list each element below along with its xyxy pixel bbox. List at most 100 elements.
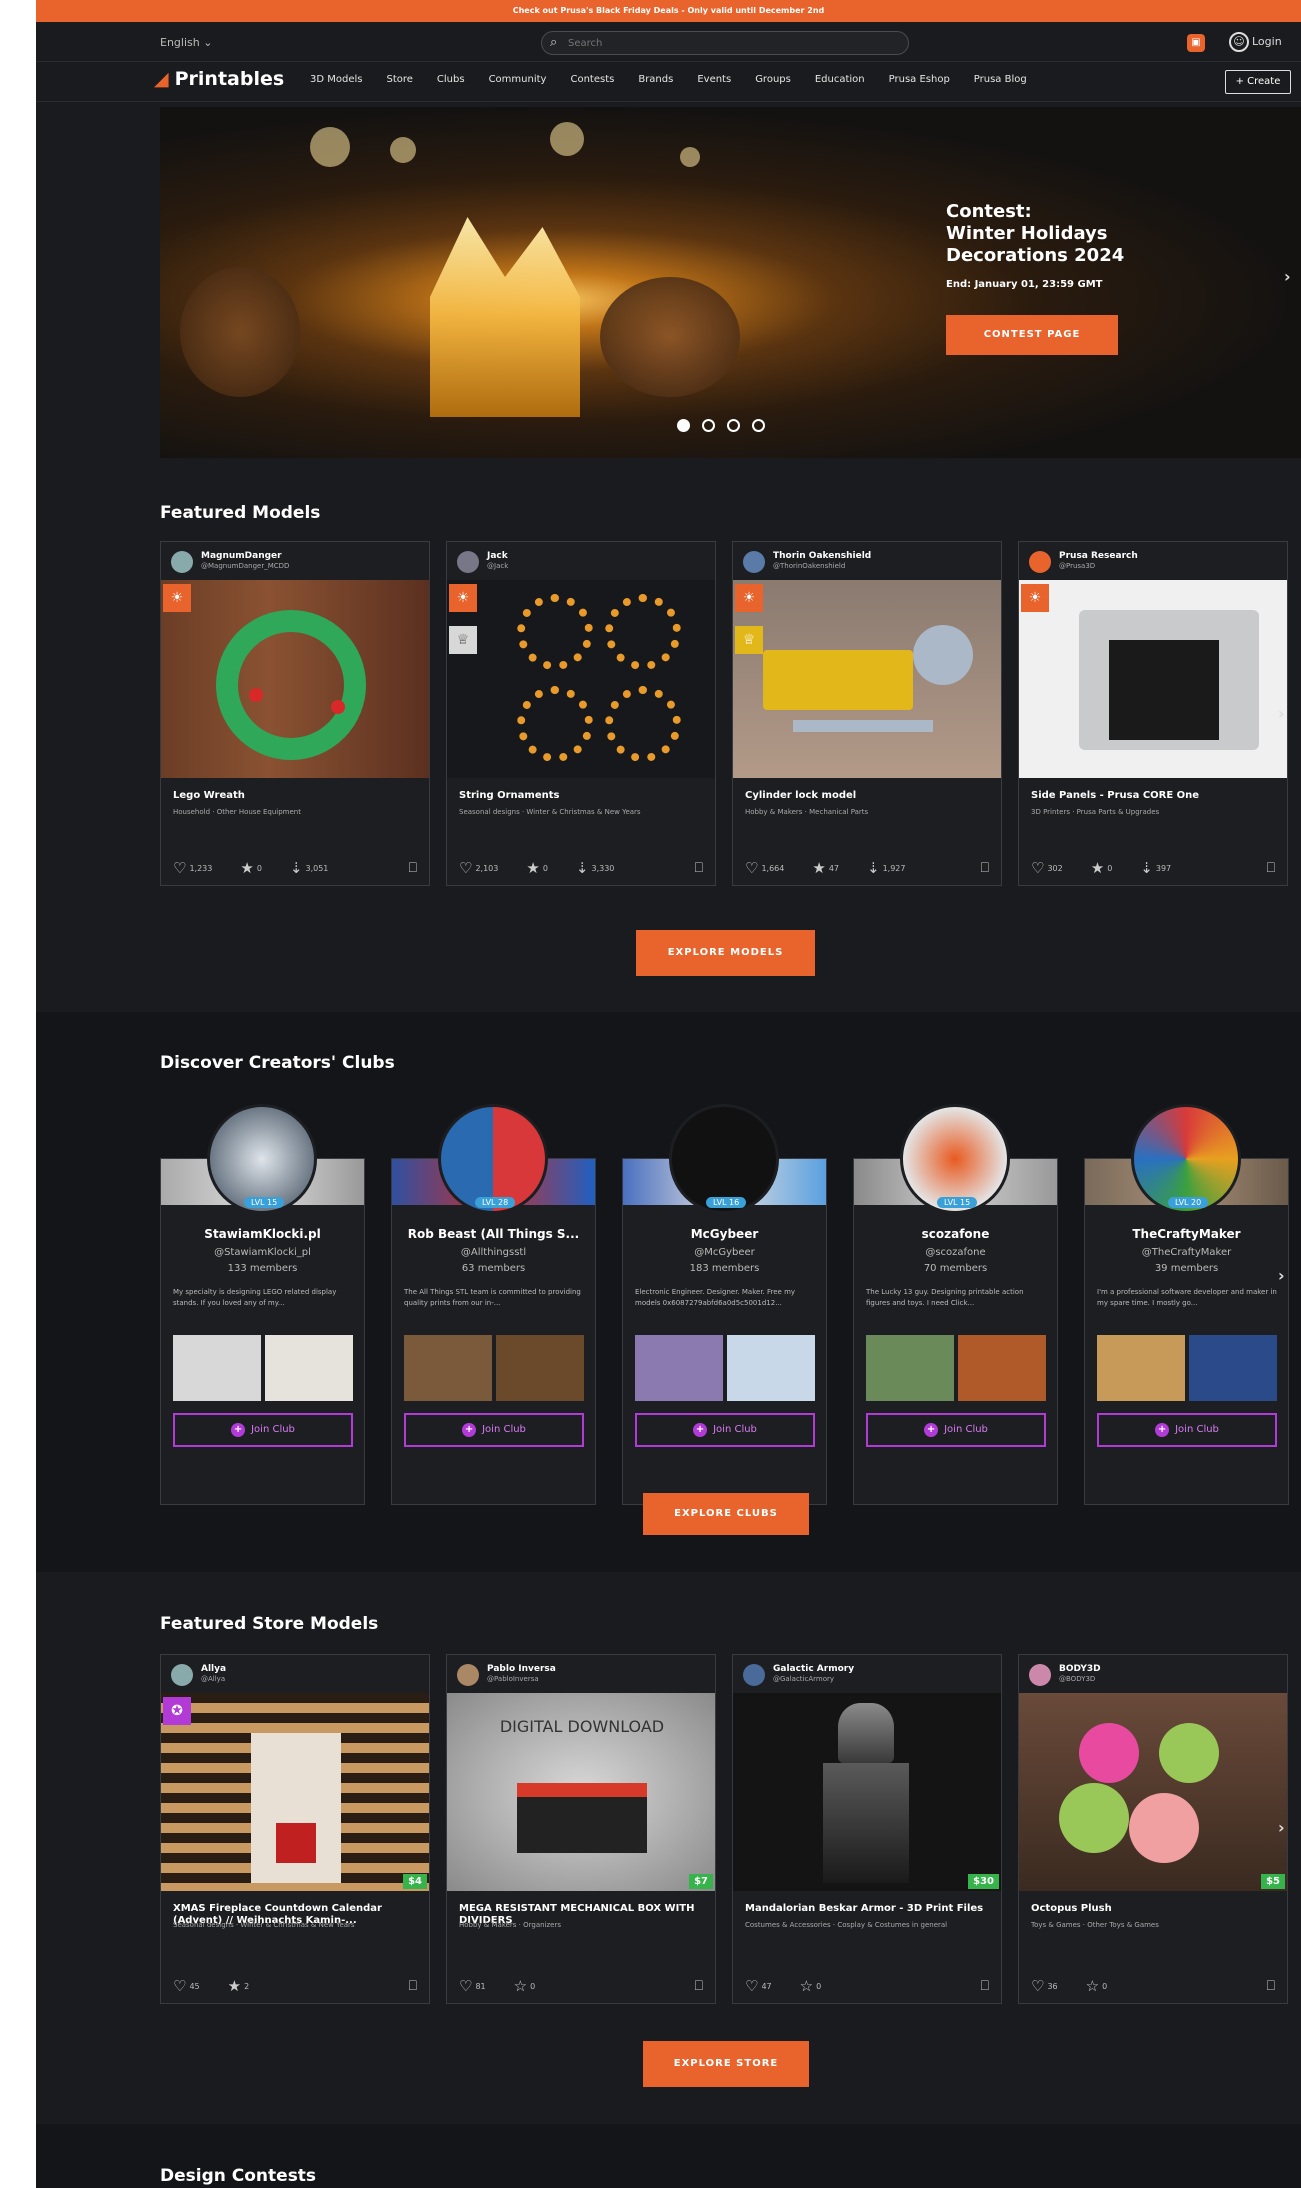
store-card[interactable]: Allya @Allya ✪ $4 XMAS Fireplace Countdow… (160, 1654, 430, 2004)
explore-clubs-button[interactable]: EXPLORE CLUBS (643, 1493, 809, 1535)
contest-page-button[interactable]: CONTEST PAGE (946, 315, 1118, 355)
bookmark-icon[interactable]: ⎕ (1267, 860, 1275, 876)
card-title[interactable]: Cylinder lock model (733, 778, 1001, 808)
join-club-button[interactable]: + Join Club (404, 1413, 584, 1447)
card-image[interactable]: ☀ (161, 580, 429, 778)
bookmark-icon[interactable]: ⎕ (695, 860, 703, 876)
model-card[interactable]: Thorin Oakenshield @ThorinOakenshield ☀ ♕… (732, 541, 1002, 886)
nav-prusa-eshop[interactable]: Prusa Eshop (889, 74, 950, 85)
nav-3d-models[interactable]: 3D Models (310, 74, 362, 85)
card-title[interactable]: String Ornaments (447, 778, 715, 808)
card-image[interactable]: ✪ $4 (161, 1693, 429, 1891)
like-button[interactable]: ♡ 2,103 (459, 859, 498, 877)
card-user[interactable]: Thorin Oakenshield (773, 551, 871, 561)
club-name[interactable]: scozafone (854, 1227, 1057, 1241)
like-button[interactable]: ♡ 47 (745, 1977, 772, 1995)
nav-events[interactable]: Events (697, 74, 731, 85)
join-club-button[interactable]: + Join Club (173, 1413, 353, 1447)
cart-icon[interactable]: ▣ (1187, 34, 1205, 52)
nav-store[interactable]: Store (386, 74, 412, 85)
plus-icon: + (462, 1423, 477, 1437)
chevron-right-icon[interactable]: › (1278, 1818, 1285, 1837)
like-button[interactable]: ♡ 36 (1031, 1977, 1058, 1995)
join-club-button[interactable]: + Join Club (866, 1413, 1046, 1447)
card-image[interactable]: ☀ (1019, 580, 1287, 778)
card-user[interactable]: MagnumDanger (201, 551, 282, 561)
card-title[interactable]: MEGA RESISTANT MECHANICAL BOX WITH DIVID… (447, 1891, 715, 1926)
like-button[interactable]: ♡ 81 (459, 1977, 486, 1995)
card-user[interactable]: Prusa Research (1059, 551, 1138, 561)
promo-banner[interactable]: Check out Prusa's Black Friday Deals - O… (36, 0, 1301, 22)
bookmark-icon[interactable]: ⎕ (695, 1978, 703, 1994)
card-user[interactable]: Allya (201, 1664, 226, 1674)
bookmark-icon[interactable]: ⎕ (981, 860, 989, 876)
nav-brands[interactable]: Brands (638, 74, 673, 85)
nav-clubs[interactable]: Clubs (437, 74, 465, 85)
bookmark-icon[interactable]: ⎕ (409, 1978, 417, 1994)
club-card[interactable]: LVL 16 McGybeer @McGybeer 183 members El… (622, 1104, 827, 1505)
card-user[interactable]: Pablo Inversa (487, 1664, 556, 1674)
logo[interactable]: ◢ Printables (154, 68, 284, 90)
model-card[interactable]: Jack @Jack ☀ ♕ String Ornaments Seasonal … (446, 541, 716, 886)
club-name[interactable]: TheCraftyMaker (1085, 1227, 1288, 1241)
club-card[interactable]: LVL 28 Rob Beast (All Things S... @Allth… (391, 1104, 596, 1505)
chevron-right-icon[interactable]: › (1278, 1266, 1285, 1285)
carousel-dot[interactable] (752, 419, 765, 432)
chevron-right-icon[interactable]: › (1278, 704, 1285, 723)
club-name[interactable]: Rob Beast (All Things S... (392, 1227, 595, 1241)
explore-models-button[interactable]: EXPLORE MODELS (636, 930, 815, 976)
chevron-down-icon: ⌄ (203, 36, 213, 49)
card-title[interactable]: Octopus Plush (1019, 1891, 1287, 1921)
card-title[interactable]: Lego Wreath (161, 778, 429, 808)
search-box[interactable]: ⌕ (541, 31, 909, 55)
club-name[interactable]: StawiamKlocki.pl (161, 1227, 364, 1241)
bookmark-icon[interactable]: ⎕ (981, 1978, 989, 1994)
join-club-label: Join Club (944, 1424, 988, 1435)
nav-prusa-blog[interactable]: Prusa Blog (974, 74, 1027, 85)
model-card[interactable]: Prusa Research @Prusa3D ☀ Side Panels - P… (1018, 541, 1288, 886)
nav-groups[interactable]: Groups (755, 74, 791, 85)
explore-store-button[interactable]: EXPLORE STORE (643, 2041, 809, 2087)
download-value: 3,330 (591, 863, 615, 873)
carousel-dot[interactable] (727, 419, 740, 432)
nav-education[interactable]: Education (815, 74, 865, 85)
nav-contests[interactable]: Contests (570, 74, 614, 85)
like-button[interactable]: ♡ 302 (1031, 859, 1063, 877)
like-button[interactable]: ♡ 1,233 (173, 859, 212, 877)
store-card[interactable]: Galactic Armory @GalacticArmory $30 Manda… (732, 1654, 1002, 2004)
like-button[interactable]: ♡ 45 (173, 1977, 200, 1995)
club-name[interactable]: McGybeer (623, 1227, 826, 1241)
card-title[interactable]: XMAS Fireplace Countdown Calendar (Adven… (161, 1891, 429, 1926)
card-user[interactable]: Galactic Armory (773, 1664, 854, 1674)
card-user[interactable]: BODY3D (1059, 1664, 1101, 1674)
card-image[interactable]: $30 (733, 1693, 1001, 1891)
card-image[interactable]: ☀ ♕ (733, 580, 1001, 778)
club-card[interactable]: LVL 20 TheCraftyMaker @TheCraftyMaker 39… (1084, 1104, 1289, 1505)
club-card[interactable]: LVL 15 scozafone @scozafone 70 members T… (853, 1104, 1058, 1505)
card-image[interactable]: DIGITAL DOWNLOAD $7 (447, 1693, 715, 1891)
card-title[interactable]: Mandalorian Beskar Armor - 3D Print File… (733, 1891, 1001, 1921)
trophy-icon: ♕ (449, 626, 477, 654)
nav-community[interactable]: Community (489, 74, 547, 85)
model-card[interactable]: MagnumDanger @MagnumDanger_MCDD ☀ Lego Wr… (160, 541, 430, 886)
card-image[interactable]: $5 (1019, 1693, 1287, 1891)
store-card[interactable]: Pablo Inversa @PabloInversa DIGITAL DOWNL… (446, 1654, 716, 2004)
carousel-dot[interactable] (702, 419, 715, 432)
login-button[interactable]: ☺ Login (1229, 32, 1282, 52)
bookmark-icon[interactable]: ⎕ (1267, 1978, 1275, 1994)
club-card[interactable]: LVL 15 StawiamKlocki.pl @StawiamKlocki_p… (160, 1104, 365, 1505)
chevron-right-icon[interactable]: › (1284, 267, 1291, 286)
card-image[interactable]: ☀ ♕ (447, 580, 715, 778)
join-club-button[interactable]: + Join Club (1097, 1413, 1277, 1447)
search-input[interactable] (568, 35, 898, 51)
bookmark-icon[interactable]: ⎕ (409, 860, 417, 876)
hero-carousel[interactable]: Contest: Winter Holidays Decorations 202… (160, 107, 1301, 458)
store-card[interactable]: BODY3D @BODY3D $5 Octopus Plush Toys & Ga… (1018, 1654, 1288, 2004)
like-button[interactable]: ♡ 1,664 (745, 859, 784, 877)
card-user[interactable]: Jack (487, 551, 508, 561)
create-button[interactable]: + Create (1225, 70, 1291, 94)
join-club-button[interactable]: + Join Club (635, 1413, 815, 1447)
language-select[interactable]: English ⌄ (160, 36, 212, 49)
card-title[interactable]: Side Panels - Prusa CORE One (1019, 778, 1287, 808)
carousel-dot[interactable] (677, 419, 690, 432)
